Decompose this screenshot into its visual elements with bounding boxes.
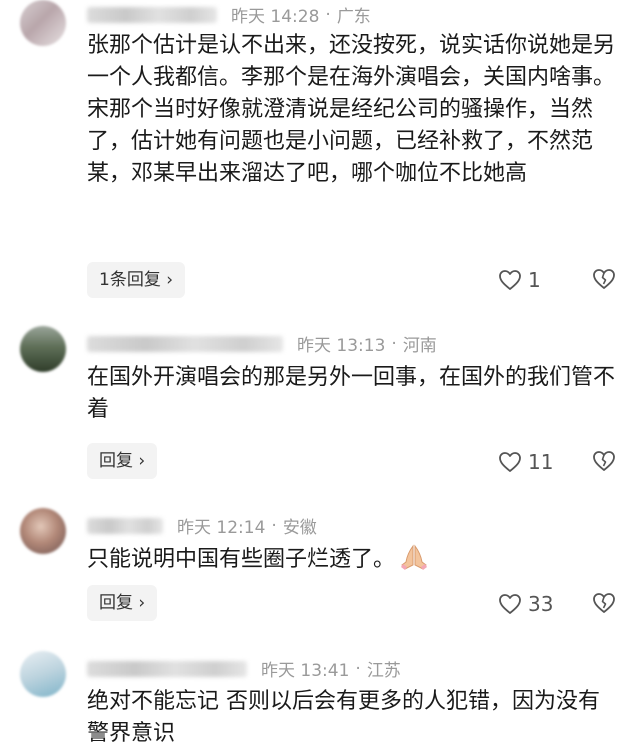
username-blurred[interactable] — [87, 6, 217, 23]
broken-heart-icon — [593, 451, 615, 471]
username-blurred[interactable] — [87, 335, 283, 352]
reply-button[interactable]: 回复 › — [87, 443, 158, 479]
like-count: 1 — [528, 268, 541, 292]
dislike-button[interactable] — [592, 450, 616, 476]
username-blurred[interactable] — [87, 517, 163, 534]
like-button[interactable]: 11 — [498, 450, 553, 474]
heart-outline-icon — [499, 452, 521, 472]
broken-heart-icon — [593, 593, 615, 613]
comment-time: 昨天 12:14 — [177, 518, 266, 538]
comment-meta: 昨天 14:28 · 广东 — [87, 2, 371, 27]
like-button[interactable]: 33 — [498, 592, 553, 616]
comment-location: 安徽 — [282, 518, 317, 538]
username-blurred[interactable] — [87, 660, 247, 677]
heart-outline-icon — [499, 594, 521, 614]
comment-meta: 昨天 13:13 · 河南 — [87, 331, 437, 356]
avatar[interactable] — [20, 508, 66, 554]
reply-button[interactable]: 1条回复 › — [87, 262, 186, 298]
meta-separator: · — [355, 658, 361, 679]
meta-separator: · — [391, 333, 397, 354]
comment-time: 昨天 13:13 — [297, 336, 386, 356]
like-count: 33 — [528, 592, 554, 616]
meta-separator: · — [271, 515, 277, 536]
comment-location: 河南 — [402, 336, 437, 356]
comment-text: 张那个估计是认不出来，还没按死，说实话你说她是另一个人我都信。李那个是在海外演唱… — [87, 33, 616, 186]
avatar[interactable] — [20, 651, 66, 697]
dislike-button[interactable] — [592, 592, 616, 618]
comment-meta: 昨天 13:41 · 江苏 — [87, 656, 401, 681]
avatar[interactable] — [20, 326, 66, 372]
comment-location: 广东 — [336, 7, 371, 27]
reply-button[interactable]: 回复 › — [87, 585, 158, 621]
comment-time: 昨天 13:41 — [261, 661, 350, 681]
comment-meta: 昨天 12:14 · 安徽 — [87, 513, 317, 538]
dislike-button[interactable] — [592, 268, 616, 294]
folded-hands-emoji — [399, 544, 429, 580]
like-count: 11 — [528, 450, 554, 474]
meta-separator: · — [325, 4, 331, 25]
comment-text: 在国外开演唱会的那是另外一回事，在国外的我们管不着 — [87, 365, 616, 422]
comment-text-content: 只能说明中国有些圈子烂透了。 — [87, 547, 396, 572]
comment-text: 绝对不能忘记 否则以后会有更多的人犯错，因为没有警界意识 — [87, 689, 600, 746]
comment-time: 昨天 14:28 — [231, 7, 320, 27]
broken-heart-icon — [593, 269, 615, 289]
comment-text: 只能说明中国有些圈子烂透了。 — [87, 544, 617, 580]
avatar[interactable] — [20, 0, 66, 46]
like-button[interactable]: 1 — [498, 268, 541, 292]
comment-location: 江苏 — [366, 661, 401, 681]
heart-outline-icon — [499, 270, 521, 290]
